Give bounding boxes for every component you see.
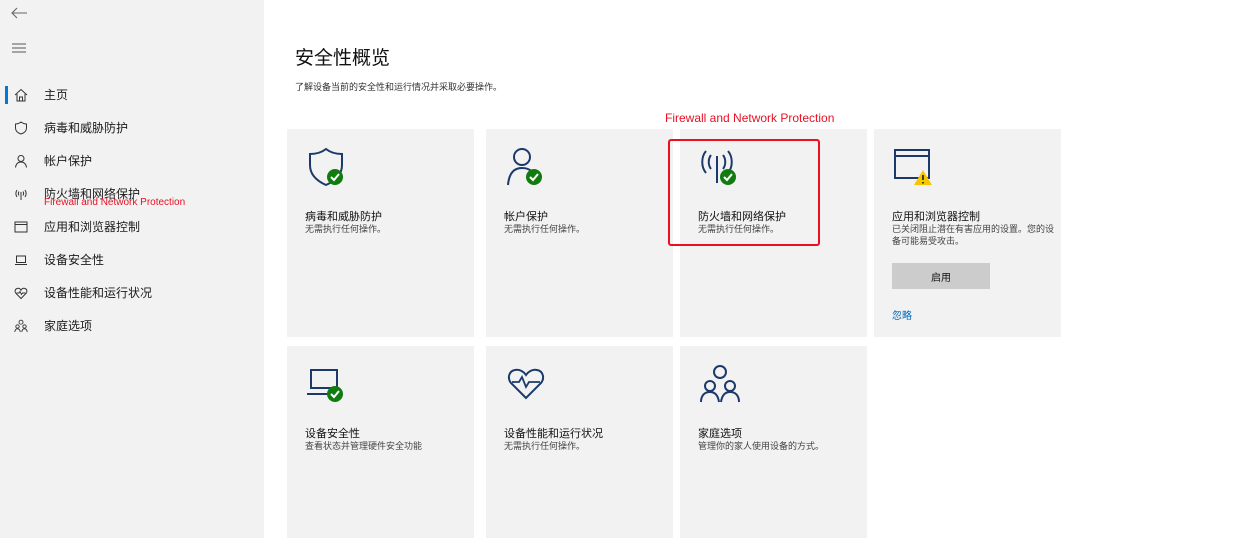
card-description: 无需执行任何操作。 xyxy=(305,225,387,235)
family-icon xyxy=(13,318,29,334)
sidebar-item-virus-protection[interactable]: 病毒和威胁防护 xyxy=(0,111,264,144)
sidebar-item-label: 病毒和威胁防护 xyxy=(44,121,129,135)
person-check-icon xyxy=(507,148,542,186)
card-description: 无需执行任何操作。 xyxy=(504,442,586,452)
home-icon xyxy=(13,87,29,103)
sidebar-nav: 主页 病毒和威胁防护 帐户保护 防火墙和网络保护 应用和浏览器控制 设备安全性 … xyxy=(0,78,264,342)
page-subtitle: 了解设备当前的安全性和运行情况并采取必要操作。 xyxy=(295,83,503,93)
card-description: 已关闭阻止潜在有害应用的设置。您的设备可能易受攻击。 xyxy=(892,225,1055,247)
sidebar-item-label: 帐户保护 xyxy=(44,154,93,168)
card-title: 病毒和威胁防护 xyxy=(305,210,382,223)
sidebar-item-family-options[interactable]: 家庭选项 xyxy=(0,309,264,342)
sidebar-annotation: Firewall and Network Protection xyxy=(44,197,186,208)
person-icon xyxy=(13,153,29,169)
card-description: 查看状态并管理硬件安全功能 xyxy=(305,442,423,452)
card-device-security[interactable]: 设备安全性 查看状态并管理硬件安全功能 xyxy=(287,346,474,538)
card-description: 无需执行任何操作。 xyxy=(504,225,586,235)
dismiss-link[interactable]: 忽略 xyxy=(892,307,912,322)
main-content: 安全性概览 了解设备当前的安全性和运行情况并采取必要操作。 Firewall a… xyxy=(264,0,1235,538)
app-window-icon xyxy=(13,219,29,235)
firewall-annotation: Firewall and Network Protection xyxy=(665,111,835,125)
sidebar-item-label: 主页 xyxy=(44,88,69,102)
family-icon xyxy=(700,365,740,403)
card-title: 应用和浏览器控制 xyxy=(892,210,980,223)
card-device-performance[interactable]: 设备性能和运行状况 无需执行任何操作。 xyxy=(486,346,673,538)
card-virus-protection[interactable]: 病毒和威胁防护 无需执行任何操作。 xyxy=(287,129,474,337)
card-account-protection[interactable]: 帐户保护 无需执行任何操作。 xyxy=(486,129,673,337)
sidebar-item-label: 应用和浏览器控制 xyxy=(44,220,141,234)
enable-button[interactable]: 启用 xyxy=(892,263,990,289)
heart-pulse-icon xyxy=(507,368,545,400)
heart-icon xyxy=(13,285,29,301)
sidebar-item-label: 设备安全性 xyxy=(44,253,105,267)
sidebar: 主页 病毒和威胁防护 帐户保护 防火墙和网络保护 应用和浏览器控制 设备安全性 … xyxy=(0,0,264,538)
card-title: 设备性能和运行状况 xyxy=(504,427,603,440)
card-title: 家庭选项 xyxy=(698,427,742,440)
page-title: 安全性概览 xyxy=(295,47,391,69)
shield-icon xyxy=(13,120,29,136)
firewall-highlight-box xyxy=(668,139,820,246)
sidebar-item-device-performance[interactable]: 设备性能和运行状况 xyxy=(0,276,264,309)
hamburger-menu-icon[interactable] xyxy=(12,43,26,53)
sidebar-item-label: 家庭选项 xyxy=(44,319,93,333)
laptop-icon xyxy=(13,252,29,268)
card-app-browser-control[interactable]: 应用和浏览器控制 已关闭阻止潜在有害应用的设置。您的设备可能易受攻击。 启用 忽… xyxy=(874,129,1061,337)
sidebar-item-device-security[interactable]: 设备安全性 xyxy=(0,243,264,276)
laptop-check-icon xyxy=(307,369,343,402)
sidebar-item-account-protection[interactable]: 帐户保护 xyxy=(0,144,264,177)
wifi-icon xyxy=(13,186,29,202)
card-description: 管理你的家人使用设备的方式。 xyxy=(698,442,825,452)
sidebar-item-app-browser-control[interactable]: 应用和浏览器控制 xyxy=(0,210,264,243)
card-family-options[interactable]: 家庭选项 管理你的家人使用设备的方式。 xyxy=(680,346,867,538)
card-title: 设备安全性 xyxy=(305,427,360,440)
shield-check-icon xyxy=(309,147,343,187)
sidebar-item-home[interactable]: 主页 xyxy=(0,78,264,111)
card-title: 帐户保护 xyxy=(504,210,548,223)
back-arrow-icon[interactable] xyxy=(10,6,28,20)
sidebar-item-label: 设备性能和运行状况 xyxy=(44,286,153,300)
app-window-warning-icon xyxy=(894,149,932,185)
